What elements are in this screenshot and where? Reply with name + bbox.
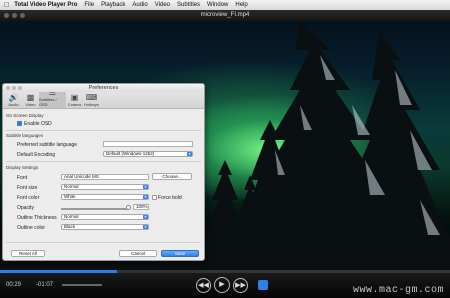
chevron-down-icon: ▾ <box>143 225 148 229</box>
menubar:  Total Video Player Pro File Playback A… <box>0 0 450 10</box>
save-button[interactable]: Save <box>161 250 199 257</box>
outline-thickness-select[interactable]: Normal ▾ <box>61 214 149 220</box>
chip-icon: ▣ <box>70 93 79 102</box>
tab-hotkeys-label: Hotkeys <box>84 102 99 107</box>
opacity-value[interactable]: 100% <box>133 204 149 210</box>
outline-thickness-label: Outline Thickness <box>17 215 57 221</box>
preferred-language-label: Preferred subtitle language <box>17 142 78 148</box>
rewind-button[interactable]: ◀◀ <box>196 278 211 293</box>
opacity-slider[interactable] <box>61 208 129 210</box>
fast-forward-button[interactable]: ▶▶ <box>233 278 248 293</box>
tab-subtitles-osd[interactable]: ☰ Subtitles / OSD <box>39 88 66 108</box>
force-bold-label: Force bold <box>158 195 182 201</box>
play-icon: ▶ <box>219 281 225 288</box>
reset-all-button[interactable]: Reset All <box>11 250 45 257</box>
font-color-select[interactable]: White ▾ <box>61 194 149 200</box>
tab-subtitles-label: Subtitles / OSD <box>39 97 57 107</box>
time-elapsed: 00:29 <box>6 282 22 288</box>
tab-video-label: Video <box>25 102 36 107</box>
force-bold-checkbox[interactable] <box>152 195 157 200</box>
menu-video[interactable]: Video <box>155 2 170 8</box>
enable-osd-checkbox[interactable] <box>17 121 22 126</box>
player-controls: 00:29 -01:07 ◀◀ ▶ ▶▶ www.mac-gm.com <box>0 273 450 298</box>
opacity-slider-knob[interactable] <box>126 205 131 210</box>
font-size-label: Font size <box>17 185 38 191</box>
subtitle-languages-header: Subtitle languages <box>6 133 44 138</box>
opacity-label: Opacity <box>17 205 34 211</box>
preferences-titlebar: Preferences <box>3 84 204 92</box>
chevron-down-icon: ▾ <box>143 195 148 199</box>
menu-file[interactable]: File <box>84 2 94 8</box>
preferences-window: Preferences 🔊 Audio ▩ Video ☰ Subtitles … <box>2 83 205 261</box>
cancel-button[interactable]: Cancel <box>119 250 157 257</box>
fast-forward-icon: ▶▶ <box>235 282 246 289</box>
outline-color-value: Black <box>64 224 76 229</box>
menu-playback[interactable]: Playback <box>101 2 125 8</box>
keyboard-icon: ⌨ <box>85 93 98 102</box>
font-size-select[interactable]: Normal ▾ <box>61 184 149 190</box>
divider <box>6 130 201 131</box>
speaker-icon: 🔊 <box>8 93 19 102</box>
chevron-down-icon: ▾ <box>143 215 148 219</box>
divider <box>6 242 201 243</box>
menu-subtitles[interactable]: Subtitles <box>177 2 200 8</box>
preferences-toolbar: 🔊 Audio ▩ Video ☰ Subtitles / OSD ▣ Code… <box>3 88 204 109</box>
divider <box>6 161 201 162</box>
tab-audio-label: Audio <box>8 102 19 107</box>
outline-color-label: Outline color <box>17 225 46 231</box>
default-encoding-label: Default Encoding <box>17 152 56 158</box>
choose-font-button[interactable]: Choose... <box>152 173 192 180</box>
enable-osd-label: Enable OSD <box>24 121 52 127</box>
font-color-label: Font color <box>17 195 40 201</box>
preferred-language-input[interactable] <box>103 141 193 147</box>
display-settings-header: Display Settings <box>6 165 39 170</box>
rewind-icon: ◀◀ <box>198 282 209 289</box>
preferences-title: Preferences <box>88 85 119 91</box>
tab-codecs[interactable]: ▣ Codecs <box>66 92 83 108</box>
time-remaining: -01:07 <box>36 282 54 288</box>
camera-icon: ▩ <box>26 93 35 102</box>
osd-section-header: On Screen Display <box>6 113 44 118</box>
apple-icon[interactable]:  <box>4 2 9 9</box>
tab-audio[interactable]: 🔊 Audio <box>5 92 22 108</box>
outline-color-select[interactable]: Black ▾ <box>61 224 149 230</box>
default-encoding-value: Default (Windows-1252) <box>106 151 155 156</box>
menu-window[interactable]: Window <box>207 2 228 8</box>
chevron-down-icon: ▾ <box>143 185 148 189</box>
font-size-value: Normal <box>64 184 79 189</box>
volume-slider[interactable] <box>62 284 102 286</box>
watermark: www.mac-gm.com <box>352 285 444 296</box>
prefs-window-controls[interactable] <box>6 86 22 90</box>
font-color-value: White <box>64 194 76 199</box>
default-encoding-select[interactable]: Default (Windows-1252) ▾ <box>103 151 193 157</box>
menu-help[interactable]: Help <box>235 2 247 8</box>
font-field: Arial Unicode MS <box>61 174 149 180</box>
outline-thickness-value: Normal <box>64 214 79 219</box>
chevron-down-icon: ▾ <box>187 152 192 156</box>
menu-audio[interactable]: Audio <box>132 2 147 8</box>
tab-hotkeys[interactable]: ⌨ Hotkeys <box>83 92 100 108</box>
font-label: Font <box>17 175 28 181</box>
menu-app-name[interactable]: Total Video Player Pro <box>14 2 77 8</box>
tab-codecs-label: Codecs <box>67 102 82 107</box>
play-button[interactable]: ▶ <box>214 277 230 293</box>
tab-video[interactable]: ▩ Video <box>22 92 39 108</box>
stop-button[interactable] <box>258 280 268 290</box>
